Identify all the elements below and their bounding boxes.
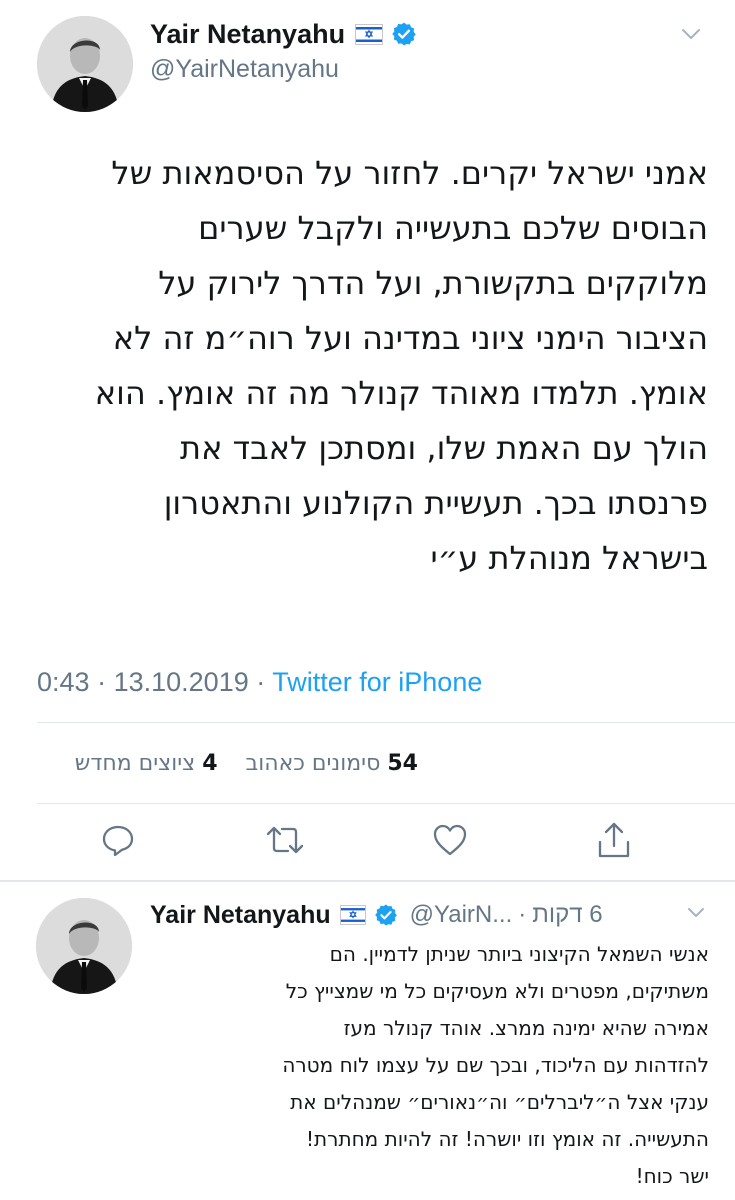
tweet-line: אמירה שהיא ימינה ממרצ. אוהד קנולר מעז <box>343 1016 709 1040</box>
retweets-count: 4 <box>202 751 218 776</box>
reply-tweet-body: אנשי השמאל הקיצוני ביותר שניתן לדמיין. ה… <box>148 936 709 1195</box>
avatar-photo <box>37 16 133 112</box>
meta-separator: · <box>518 901 527 928</box>
tweet-line: הולך עם האמת שלו, ומסתכן לאבד את <box>180 429 708 467</box>
author-handle[interactable]: @YairNetanyahu <box>150 55 339 84</box>
author-name[interactable]: Yair Netanyahu <box>150 19 345 50</box>
meta-separator: · <box>256 667 266 697</box>
tweet-source-link[interactable]: Twitter for iPhone <box>272 667 482 697</box>
tweet-line: אמני ישראל יקרים. לחזור על הסיסמאות של <box>111 154 708 192</box>
tweet-stats-row: 54 סימונים כאהוב 4 ציוצים מחדש <box>75 750 418 778</box>
retweets-label: ציוצים מחדש <box>74 751 196 776</box>
chevron-down-icon[interactable] <box>686 906 706 920</box>
likes-count: 54 <box>387 751 418 776</box>
divider <box>37 722 735 723</box>
reply-author-name[interactable]: Yair Netanyahu <box>150 901 331 930</box>
share-icon[interactable] <box>596 820 632 860</box>
divider <box>37 803 735 804</box>
tweet-time: 0:43 <box>37 667 90 697</box>
author-avatar[interactable] <box>37 16 133 112</box>
tweet-timestamp-row: 0:43 · 13.10.2019 · Twitter for iPhone <box>37 665 482 699</box>
tweet-line: אנשי השמאל הקיצוני ביותר שניתן לדמיין. ה… <box>329 942 709 966</box>
reply-icon[interactable] <box>100 822 136 858</box>
verified-badge-icon <box>374 903 398 927</box>
israel-flag-icon <box>355 23 384 45</box>
reply-author-name-row: Yair Netanyahu @YairN... · 6 דקות <box>150 898 603 932</box>
author-name-row: Yair Netanyahu <box>150 17 417 51</box>
tweet-line: בישראל מנוהלת ע״י <box>430 539 708 577</box>
reply-time-ago: 6 דקות <box>532 901 603 928</box>
tweet-line: מלוקקים בתקשורת, ועל הדרך לירוק על <box>158 264 708 302</box>
reply-author-avatar[interactable] <box>36 898 132 994</box>
chevron-down-icon[interactable] <box>680 26 702 42</box>
israel-flag-icon <box>339 905 366 925</box>
tweet-line: התעשייה. זה אומץ וזו יושרה! זה להיות מחת… <box>306 1127 709 1151</box>
tweet-line: פרנסתו בכך. תעשיית הקולנוע והתאטרון <box>163 484 708 522</box>
verified-badge-icon <box>391 21 417 47</box>
retweets-stat[interactable]: 4 ציוצים מחדש <box>75 751 218 776</box>
avatar-photo <box>36 898 132 994</box>
tweet-body: אמני ישראל יקרים. לחזור על הסיסמאות של ה… <box>20 146 708 586</box>
tweet-line: אומץ. תלמדו מאוהד קנולר מה זה אומץ. הוא <box>94 374 708 412</box>
reply-author-handle[interactable]: @YairN... <box>410 901 513 929</box>
divider <box>0 880 735 882</box>
tweet-line: הבוסים שלכם בתעשייה ולקבל שערים <box>198 209 708 247</box>
tweet-line: ישר כוח! <box>635 1164 709 1188</box>
heart-icon[interactable] <box>432 823 468 857</box>
likes-stat[interactable]: 54 סימונים כאהוב <box>238 751 418 776</box>
tweet-line: ענקי אצל ה״ליברלים״ וה״נאורים״ שמנהלים א… <box>290 1090 709 1114</box>
tweet-line: משתיקים, מפטרים ולא מעסיקים כל מי שמצייץ… <box>285 979 709 1003</box>
tweet-line: הציבור הימני ציוני במדינה ועל רוה״מ זה ל… <box>112 319 708 357</box>
retweet-icon[interactable] <box>263 822 307 858</box>
meta-separator: · <box>97 667 107 697</box>
tweet-date: 13.10.2019 <box>113 667 249 697</box>
tweet-line: להזדהות עם הליכוד, ובכך שם על עצמו לוח מ… <box>282 1053 709 1077</box>
likes-label: סימונים כאהוב <box>245 751 381 776</box>
